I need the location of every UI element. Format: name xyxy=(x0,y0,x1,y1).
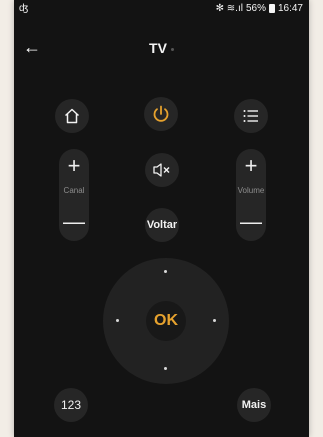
connection-dot-icon xyxy=(170,47,174,51)
menu-icon xyxy=(243,110,258,122)
menu-button[interactable] xyxy=(234,99,268,133)
clock: 16:47 xyxy=(277,3,303,14)
mute-button[interactable] xyxy=(145,153,179,187)
voltar-label: Voltar xyxy=(146,219,178,231)
volume-control: + Volume — xyxy=(236,149,266,241)
numbers-button[interactable]: 123 xyxy=(54,388,88,422)
more-button[interactable]: Mais xyxy=(237,388,271,422)
directional-pad: OK xyxy=(103,258,229,384)
power-icon xyxy=(153,105,169,122)
remote-screen: ʤ ✻ ≋.ıl 56% 16:47 ← TV + Canal — Voltar… xyxy=(14,0,309,437)
battery-percent: 56% xyxy=(245,3,266,14)
home-button[interactable] xyxy=(55,99,89,133)
home-icon xyxy=(64,108,80,124)
mute-icon xyxy=(153,163,170,177)
status-indicators: ✻ ≋.ıl 56% 16:47 xyxy=(216,3,303,14)
channel-up-button[interactable]: + xyxy=(59,153,89,179)
numbers-label: 123 xyxy=(60,398,82,412)
header: ← TV xyxy=(14,36,309,62)
status-bar: ʤ ✻ ≋.ıl 56% 16:47 xyxy=(14,0,309,18)
ok-button[interactable]: OK xyxy=(146,301,186,341)
channel-down-button[interactable]: — xyxy=(59,209,89,235)
dpad-up-button[interactable] xyxy=(164,270,167,273)
voltar-button[interactable]: Voltar xyxy=(145,208,179,242)
page-title: TV xyxy=(149,40,167,56)
title-area: TV xyxy=(14,40,309,56)
dpad-left-button[interactable] xyxy=(116,319,119,322)
dpad-right-button[interactable] xyxy=(213,319,216,322)
volume-down-button[interactable]: — xyxy=(236,209,266,235)
battery-icon xyxy=(268,4,275,13)
dpad-down-button[interactable] xyxy=(164,367,167,370)
volume-up-button[interactable]: + xyxy=(236,153,266,179)
more-label: Mais xyxy=(241,399,267,411)
app-notification-icon: ʤ xyxy=(19,3,29,14)
power-button[interactable] xyxy=(144,97,178,131)
volume-label: Volume xyxy=(237,186,265,195)
channel-label: Canal xyxy=(63,186,85,195)
signal-icons: ✻ ≋.ıl xyxy=(215,3,243,14)
channel-control: + Canal — xyxy=(59,149,89,241)
